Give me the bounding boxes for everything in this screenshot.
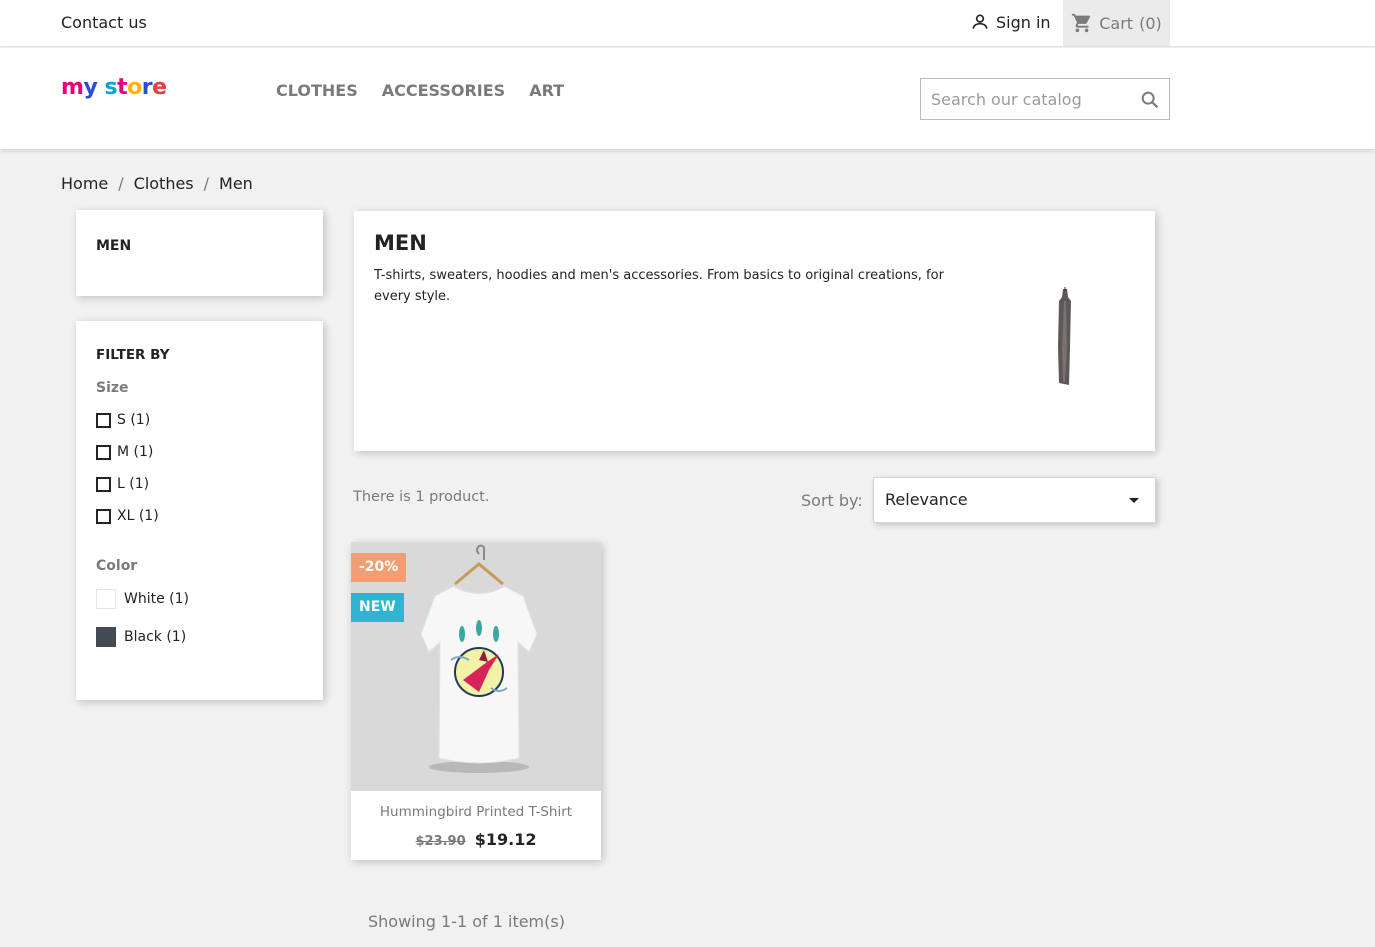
store-logo[interactable]: my store bbox=[61, 75, 167, 100]
header: my store CLOTHES ACCESSORIES ART bbox=[0, 48, 1375, 149]
top-nav: Contact us Sign in Cart (0) bbox=[0, 0, 1375, 47]
breadcrumb-clothes[interactable]: Clothes bbox=[134, 174, 194, 193]
facet-size-s[interactable]: S (1) bbox=[96, 412, 150, 428]
breadcrumb-men: Men bbox=[219, 174, 253, 193]
color-swatch-white[interactable] bbox=[96, 589, 116, 609]
search-icon[interactable] bbox=[1139, 89, 1161, 111]
main-menu: CLOTHES ACCESSORIES ART bbox=[276, 81, 564, 100]
facet-color-label: Color bbox=[96, 558, 138, 574]
facet-size-m[interactable]: M (1) bbox=[96, 444, 153, 460]
checkbox[interactable] bbox=[96, 444, 111, 460]
product-miniature[interactable]: -20% NEW Hummingbird Printed T-Shirt $23… bbox=[351, 542, 601, 860]
product-thumbnail[interactable]: -20% NEW bbox=[351, 542, 601, 791]
pagination-summary: Showing 1-1 of 1 item(s) bbox=[368, 912, 565, 931]
facet-option-label: M (1) bbox=[117, 444, 154, 460]
breadcrumb-separator: / bbox=[203, 174, 210, 193]
caret-down-icon bbox=[1129, 498, 1139, 503]
category-tree-title[interactable]: MEN bbox=[96, 238, 131, 254]
product-prices: $23.90 $19.12 bbox=[351, 830, 601, 849]
product-count: There is 1 product. bbox=[353, 489, 490, 505]
cart-label: Cart bbox=[1099, 13, 1134, 33]
facet-size-xl[interactable]: XL (1) bbox=[96, 508, 159, 524]
facet-color-white[interactable]: White (1) bbox=[96, 589, 189, 609]
facet-option-label: White (1) bbox=[124, 591, 189, 607]
facet-filter-block: FILTER BY Size S (1) M (1) L (1) XL (1) … bbox=[76, 321, 323, 700]
contact-us-link[interactable]: Contact us bbox=[61, 13, 147, 32]
discount-flag: -20% bbox=[351, 553, 407, 582]
category-image bbox=[1058, 287, 1071, 385]
user-icon bbox=[972, 14, 988, 29]
breadcrumb: Home / Clothes / Men bbox=[61, 174, 253, 193]
category-title: MEN bbox=[374, 231, 427, 255]
filter-title: FILTER BY bbox=[96, 347, 170, 363]
color-swatch-black[interactable] bbox=[96, 627, 116, 647]
new-flag: NEW bbox=[351, 593, 404, 622]
checkbox[interactable] bbox=[96, 412, 111, 428]
checkbox[interactable] bbox=[96, 476, 111, 492]
menu-item-art[interactable]: ART bbox=[529, 81, 564, 100]
facet-option-label: Black (1) bbox=[124, 629, 187, 645]
search-widget bbox=[920, 78, 1170, 120]
regular-price: $23.90 bbox=[415, 834, 466, 849]
price: $19.12 bbox=[474, 830, 537, 849]
facet-option-label: L (1) bbox=[117, 476, 150, 492]
category-description: T-shirts, sweaters, hoodies and men's ac… bbox=[374, 268, 944, 304]
facet-size-l[interactable]: L (1) bbox=[96, 476, 149, 492]
menu-item-clothes[interactable]: CLOTHES bbox=[276, 81, 358, 100]
sign-in-link[interactable]: Sign in bbox=[970, 12, 1051, 32]
product-title[interactable]: Hummingbird Printed T-Shirt bbox=[351, 804, 601, 820]
sort-selected-value: Relevance bbox=[885, 490, 968, 509]
category-tree-block: MEN bbox=[76, 210, 323, 296]
cart-icon bbox=[1072, 13, 1091, 33]
cart-button[interactable]: Cart (0) bbox=[1063, 0, 1170, 46]
menu-item-accessories[interactable]: ACCESSORIES bbox=[382, 81, 505, 100]
search-input[interactable] bbox=[921, 79, 1131, 119]
facet-option-label: S (1) bbox=[117, 412, 151, 428]
category-header: MEN T-shirts, sweaters, hoodies and men'… bbox=[354, 211, 1155, 451]
facet-option-label: XL (1) bbox=[117, 508, 159, 524]
sign-in-label: Sign in bbox=[996, 12, 1051, 32]
facet-color-black[interactable]: Black (1) bbox=[96, 627, 186, 647]
cart-count: (0) bbox=[1139, 13, 1162, 33]
breadcrumb-separator: / bbox=[118, 174, 124, 193]
facet-size-label: Size bbox=[96, 380, 129, 396]
breadcrumb-home[interactable]: Home bbox=[61, 174, 108, 193]
checkbox[interactable] bbox=[96, 508, 111, 524]
sort-dropdown[interactable]: Relevance bbox=[873, 477, 1156, 523]
sort-label: Sort by: bbox=[801, 491, 863, 510]
